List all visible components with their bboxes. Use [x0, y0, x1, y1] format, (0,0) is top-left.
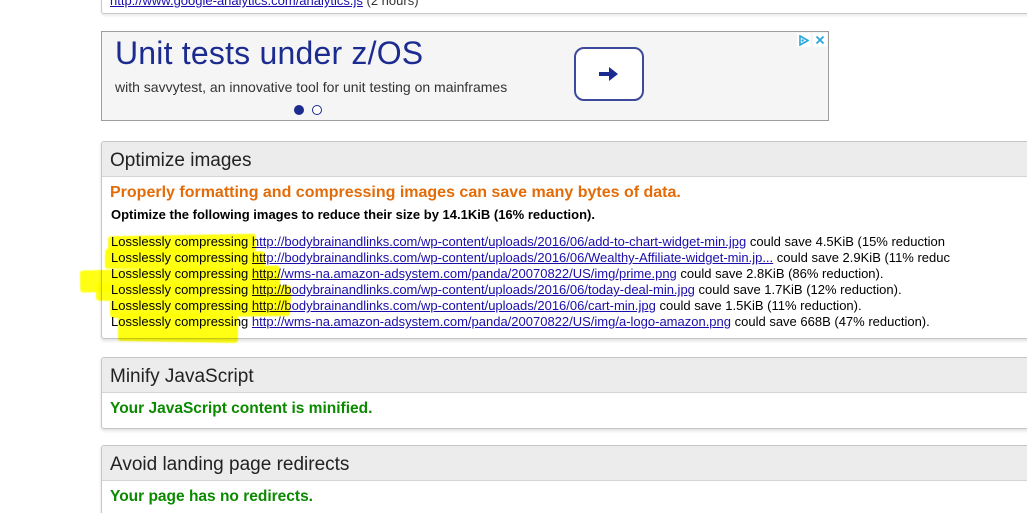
item-savings: could save 1.7KiB (12% reduction). [698, 282, 902, 297]
item-prefix: Losslessly compressing [111, 314, 249, 329]
item-savings: could save 2.8KiB (86% reduction). [680, 266, 884, 281]
item-savings: could save 2.9KiB (11% reduc [776, 250, 950, 265]
pagespeed-results-page: http://www.google-analytics.com/analytic… [0, 0, 1027, 513]
item-savings: could save 668B (47% reduction). [734, 314, 930, 329]
rule-header[interactable]: Optimize images [102, 142, 1027, 177]
list-item: Losslessly compressing http://bodybraina… [111, 234, 950, 250]
image-list: Losslessly compressing http://bodybraina… [111, 234, 950, 330]
item-prefix: Losslessly compressing [111, 298, 249, 313]
carousel-dot-active[interactable] [294, 105, 304, 115]
item-prefix: Losslessly compressing [111, 282, 249, 297]
list-item: Losslessly compressing http://bodybraina… [111, 282, 950, 298]
adchoices-icon[interactable] [797, 33, 811, 47]
rule-title[interactable]: Minify JavaScript [110, 366, 254, 388]
rule-summary-passed: Your JavaScript content is minified. [110, 400, 373, 417]
image-url-link[interactable]: http://wms-na.amazon-adsystem.com/panda/… [252, 314, 731, 329]
rule-minify-javascript: Minify JavaScript Your JavaScript conten… [101, 357, 1027, 429]
ad-banner[interactable]: Unit tests under z/OS with savvytest, an… [101, 31, 829, 121]
rule-title[interactable]: Avoid landing page redirects [110, 454, 349, 476]
previous-rule-line: http://www.google-analytics.com/analytic… [110, 0, 419, 8]
rule-landing-page-redirects: Avoid landing page redirects Your page h… [101, 445, 1027, 513]
previous-rule-panel: http://www.google-analytics.com/analytic… [101, 0, 1027, 14]
item-savings: could save 1.5KiB (11% reduction). [659, 298, 862, 313]
item-prefix: Losslessly compressing [111, 234, 249, 249]
rule-header[interactable]: Avoid landing page redirects [102, 446, 1027, 481]
close-icon[interactable] [813, 33, 827, 47]
ad-choices [797, 33, 827, 47]
ad-go-button[interactable] [574, 47, 644, 101]
item-prefix: Losslessly compressing [111, 250, 249, 265]
cache-duration: (2 hours) [366, 0, 419, 8]
image-url-link[interactable]: http://bodybrainandlinks.com/wp-content/… [252, 250, 773, 265]
analytics-js-link[interactable]: http://www.google-analytics.com/analytic… [110, 0, 363, 8]
list-item: Losslessly compressing http://wms-na.ama… [111, 314, 950, 330]
list-item: Losslessly compressing http://wms-na.ama… [111, 266, 950, 282]
ad-title[interactable]: Unit tests under z/OS [115, 35, 423, 72]
list-item: Losslessly compressing http://bodybraina… [111, 250, 950, 266]
image-url-link[interactable]: http://bodybrainandlinks.com/wp-content/… [252, 282, 695, 297]
rule-optimize-images: Optimize images Properly formatting and … [101, 141, 1027, 339]
rule-summary-detail: Optimize the following images to reduce … [111, 207, 595, 222]
rule-summary-warning: Properly formatting and compressing imag… [110, 184, 681, 201]
arrow-right-icon [599, 67, 618, 81]
ad-subtitle[interactable]: with savvytest, an innovative tool for u… [115, 79, 507, 95]
list-item: Losslessly compressing http://bodybraina… [111, 298, 950, 314]
image-url-link[interactable]: http://bodybrainandlinks.com/wp-content/… [252, 234, 746, 249]
ad-carousel-dots [294, 105, 322, 115]
image-url-link[interactable]: http://wms-na.amazon-adsystem.com/panda/… [252, 266, 677, 281]
image-url-link[interactable]: http://bodybrainandlinks.com/wp-content/… [252, 298, 656, 313]
carousel-dot[interactable] [312, 105, 322, 115]
item-prefix: Losslessly compressing [111, 266, 249, 281]
item-savings: could save 4.5KiB (15% reduction [749, 234, 945, 249]
rule-header[interactable]: Minify JavaScript [102, 358, 1027, 393]
rule-title[interactable]: Optimize images [110, 150, 252, 172]
rule-summary-passed: Your page has no redirects. [110, 488, 313, 505]
